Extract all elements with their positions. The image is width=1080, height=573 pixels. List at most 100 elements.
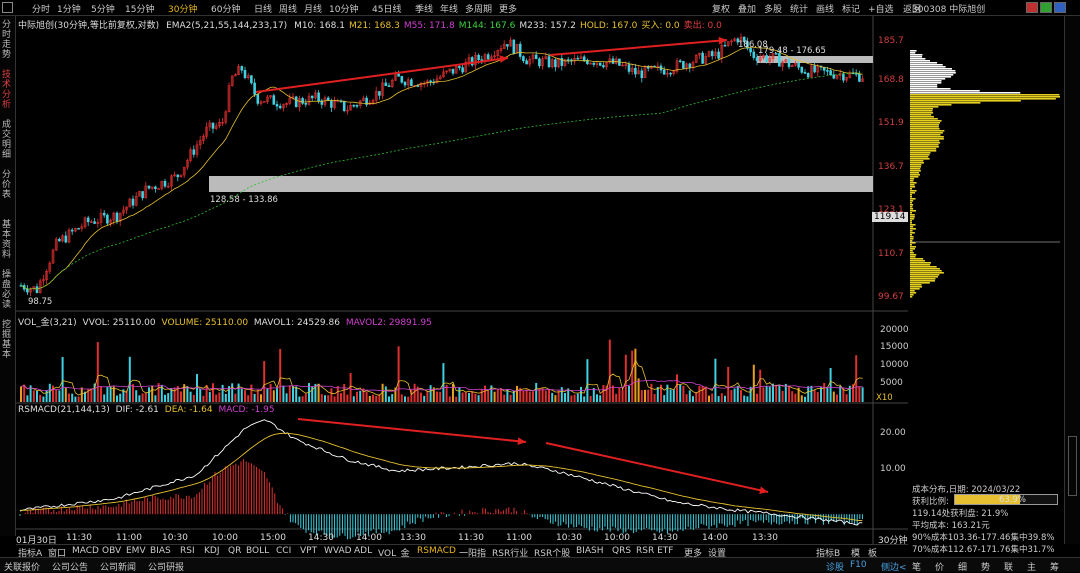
volume-bar	[266, 388, 269, 402]
candle	[35, 283, 39, 294]
indicator-tab-2[interactable]: MACD	[72, 546, 99, 556]
volume-bar	[820, 387, 822, 402]
left-tab-1[interactable]: 技术分析	[2, 70, 14, 110]
profit-value: 63.9%	[999, 495, 1027, 505]
candle	[170, 174, 173, 191]
indicator-tab-4[interactable]: EMV	[126, 546, 146, 556]
macd-arrow-1	[297, 418, 527, 446]
candle	[61, 234, 64, 243]
indicator-tab-21[interactable]: RSR ETF	[636, 546, 673, 556]
left-tab-4[interactable]: 基本资料	[2, 220, 14, 260]
candle	[176, 174, 180, 182]
left-tab-5[interactable]: 操盘必读	[2, 270, 14, 310]
status-link-0[interactable]: 关联报价	[4, 560, 40, 573]
period-1[interactable]: 1分钟	[57, 2, 81, 15]
cost-bar	[910, 84, 938, 86]
status-right-0[interactable]: 诊股	[826, 560, 844, 573]
period-4[interactable]: 30分钟	[168, 2, 197, 15]
volume-bar	[535, 382, 538, 402]
candle	[128, 197, 132, 208]
volume-bar	[205, 385, 208, 402]
volume-bar	[823, 382, 826, 402]
period-9[interactable]: 10分钟	[329, 2, 358, 15]
status-link-1[interactable]: 公司公告	[52, 560, 88, 573]
volume-bar	[260, 394, 262, 402]
toggle-panel-icon[interactable]	[2, 2, 13, 13]
bottom-tab-0[interactable]: 笔	[912, 560, 921, 573]
menu-4[interactable]: 画线	[816, 2, 834, 15]
indicator-tab-9[interactable]: BOLL	[246, 546, 269, 556]
candle	[557, 58, 560, 69]
candle	[400, 75, 404, 84]
period-14[interactable]: 更多	[499, 2, 517, 15]
volume-axis-label: 20000	[880, 325, 909, 335]
menu-1[interactable]: 叠加	[738, 2, 756, 15]
bottom-tab-3[interactable]: 势	[981, 560, 990, 573]
candle	[150, 186, 154, 190]
flag-icon-blue[interactable]	[1054, 2, 1066, 13]
indicator-tab-5[interactable]: BIAS	[150, 546, 171, 556]
bottom-tab-6[interactable]: 筹	[1050, 560, 1059, 573]
ema-label: EMA2(5,21,55,144,233,17)	[166, 21, 288, 31]
volume-bar	[618, 387, 621, 402]
period-11[interactable]: 季线	[415, 2, 433, 15]
indicator-tab-13[interactable]: ADL	[354, 546, 372, 556]
menu-2[interactable]: 多股	[764, 2, 782, 15]
left-tab-3[interactable]: 分价表	[2, 170, 14, 200]
indicator-tab-20[interactable]: QRS	[612, 546, 631, 556]
flag-icon-green[interactable]	[1040, 2, 1052, 13]
left-tab-0[interactable]: 分时走势	[2, 20, 14, 60]
menu-6[interactable]: +自选	[868, 2, 894, 15]
bottom-tab-4[interactable]: 联	[1004, 560, 1013, 573]
menu-5[interactable]: 标记	[842, 2, 860, 15]
volume-bar	[346, 394, 349, 402]
indicator-tab-3[interactable]: OBV	[102, 546, 121, 556]
chart-canvas[interactable]	[16, 16, 908, 544]
scroll-handle[interactable]	[1068, 436, 1077, 496]
indicator-tab-7[interactable]: KDJ	[204, 546, 220, 556]
indicator-tab-12[interactable]: WVAD	[324, 546, 352, 556]
menu-3[interactable]: 统计	[790, 2, 808, 15]
candle	[822, 66, 826, 75]
volume-bar	[596, 394, 598, 402]
period-5[interactable]: 60分钟	[211, 2, 240, 15]
candle	[179, 174, 183, 178]
cost-bar	[910, 200, 914, 202]
left-tab-6[interactable]: 挖掘基本	[2, 320, 14, 360]
bottom-tab-2[interactable]: 细	[958, 560, 967, 573]
volume-bar	[628, 385, 630, 402]
indicator-tab-10[interactable]: CCI	[276, 546, 291, 556]
indicator-tab-6[interactable]: RSI	[180, 546, 195, 556]
period-7[interactable]: 周线	[279, 2, 297, 15]
indicator-tab-19[interactable]: BIASH	[576, 546, 603, 556]
bottom-tab-1[interactable]: 价	[935, 560, 944, 573]
cost-bar	[910, 104, 952, 106]
indicator-tab-8[interactable]: QR	[228, 546, 241, 556]
period-0[interactable]: 分时	[32, 2, 50, 15]
period-10[interactable]: 45日线	[372, 2, 401, 15]
period-2[interactable]: 5分钟	[91, 2, 115, 15]
status-right-2[interactable]: 侧边<	[881, 560, 907, 573]
mavol2-value: MAVOL2: 29891.95	[345, 318, 432, 328]
indicator-tab-15[interactable]: RSMACD	[417, 546, 456, 556]
candle	[634, 63, 637, 78]
status-link-2[interactable]: 公司新闻	[100, 560, 136, 573]
menu-0[interactable]: 复权	[712, 2, 730, 15]
period-3[interactable]: 15分钟	[125, 2, 154, 15]
candle	[848, 70, 852, 79]
period-12[interactable]: 年线	[440, 2, 458, 15]
volume-bar	[708, 395, 710, 402]
volume-bar	[295, 386, 298, 402]
status-right-1[interactable]: F10	[850, 560, 867, 570]
volume-bar	[397, 346, 400, 402]
bottom-tab-5[interactable]: 主	[1027, 560, 1036, 573]
status-link-3[interactable]: 公司研报	[148, 560, 184, 573]
candle	[45, 269, 48, 285]
candle	[352, 104, 356, 108]
period-13[interactable]: 多周期	[465, 2, 492, 15]
period-8[interactable]: 月线	[304, 2, 322, 15]
period-6[interactable]: 日线	[254, 2, 272, 15]
left-tab-2[interactable]: 成交明细	[2, 120, 14, 160]
flag-icon-red[interactable]	[1026, 2, 1038, 13]
indicator-tab-11[interactable]: VPT	[300, 546, 317, 556]
